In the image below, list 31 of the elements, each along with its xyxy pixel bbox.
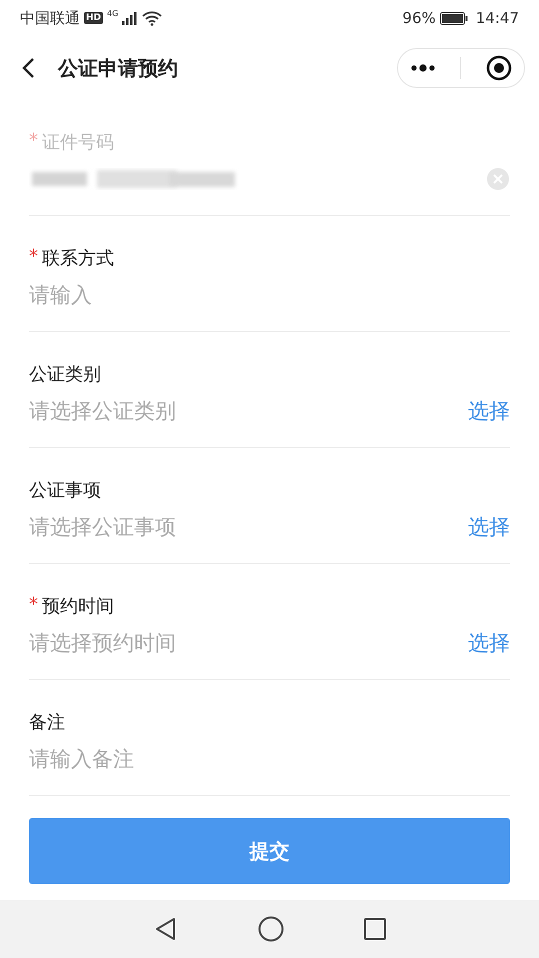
input-field[interactable]: 请输入 bbox=[29, 280, 510, 308]
wifi-icon bbox=[142, 10, 162, 26]
clock: 14:47 bbox=[476, 9, 519, 27]
recent-apps-icon[interactable] bbox=[364, 918, 386, 940]
field-label: 联系方式 bbox=[42, 246, 114, 270]
input-field[interactable]: 请选择公证类别 bbox=[29, 396, 468, 424]
back-icon[interactable] bbox=[154, 917, 178, 941]
select-link[interactable]: 选择 bbox=[468, 512, 510, 540]
field-label: 公证类别 bbox=[29, 362, 101, 386]
page-title: 公证申请预约 bbox=[58, 54, 179, 82]
submit-button[interactable]: 提交 bbox=[29, 818, 510, 884]
field-label: 预约时间 bbox=[42, 594, 114, 618]
input-field[interactable]: 请选择公证事项 bbox=[29, 512, 468, 540]
select-link[interactable]: 选择 bbox=[468, 396, 510, 424]
required-mark: * bbox=[29, 130, 38, 152]
network-type: 4G bbox=[107, 9, 118, 18]
field-label: 公证事项 bbox=[29, 478, 101, 502]
carrier-name: 中国联通 bbox=[20, 8, 80, 28]
battery-percent: 96% bbox=[402, 9, 436, 27]
hd-badge: HD bbox=[84, 12, 104, 24]
signal-icon bbox=[122, 12, 138, 24]
required-mark: * bbox=[29, 594, 38, 616]
more-icon[interactable] bbox=[410, 64, 436, 72]
required-mark: * bbox=[29, 246, 38, 268]
select-link[interactable]: 选择 bbox=[468, 628, 510, 656]
input-field[interactable]: 请选择预约时间 bbox=[29, 628, 468, 656]
battery-icon bbox=[440, 12, 468, 24]
field-label: 证件号码 bbox=[42, 130, 114, 154]
input-field[interactable]: 请输入备注 bbox=[29, 744, 510, 772]
home-icon[interactable] bbox=[258, 916, 284, 942]
field-label: 备注 bbox=[29, 710, 65, 734]
